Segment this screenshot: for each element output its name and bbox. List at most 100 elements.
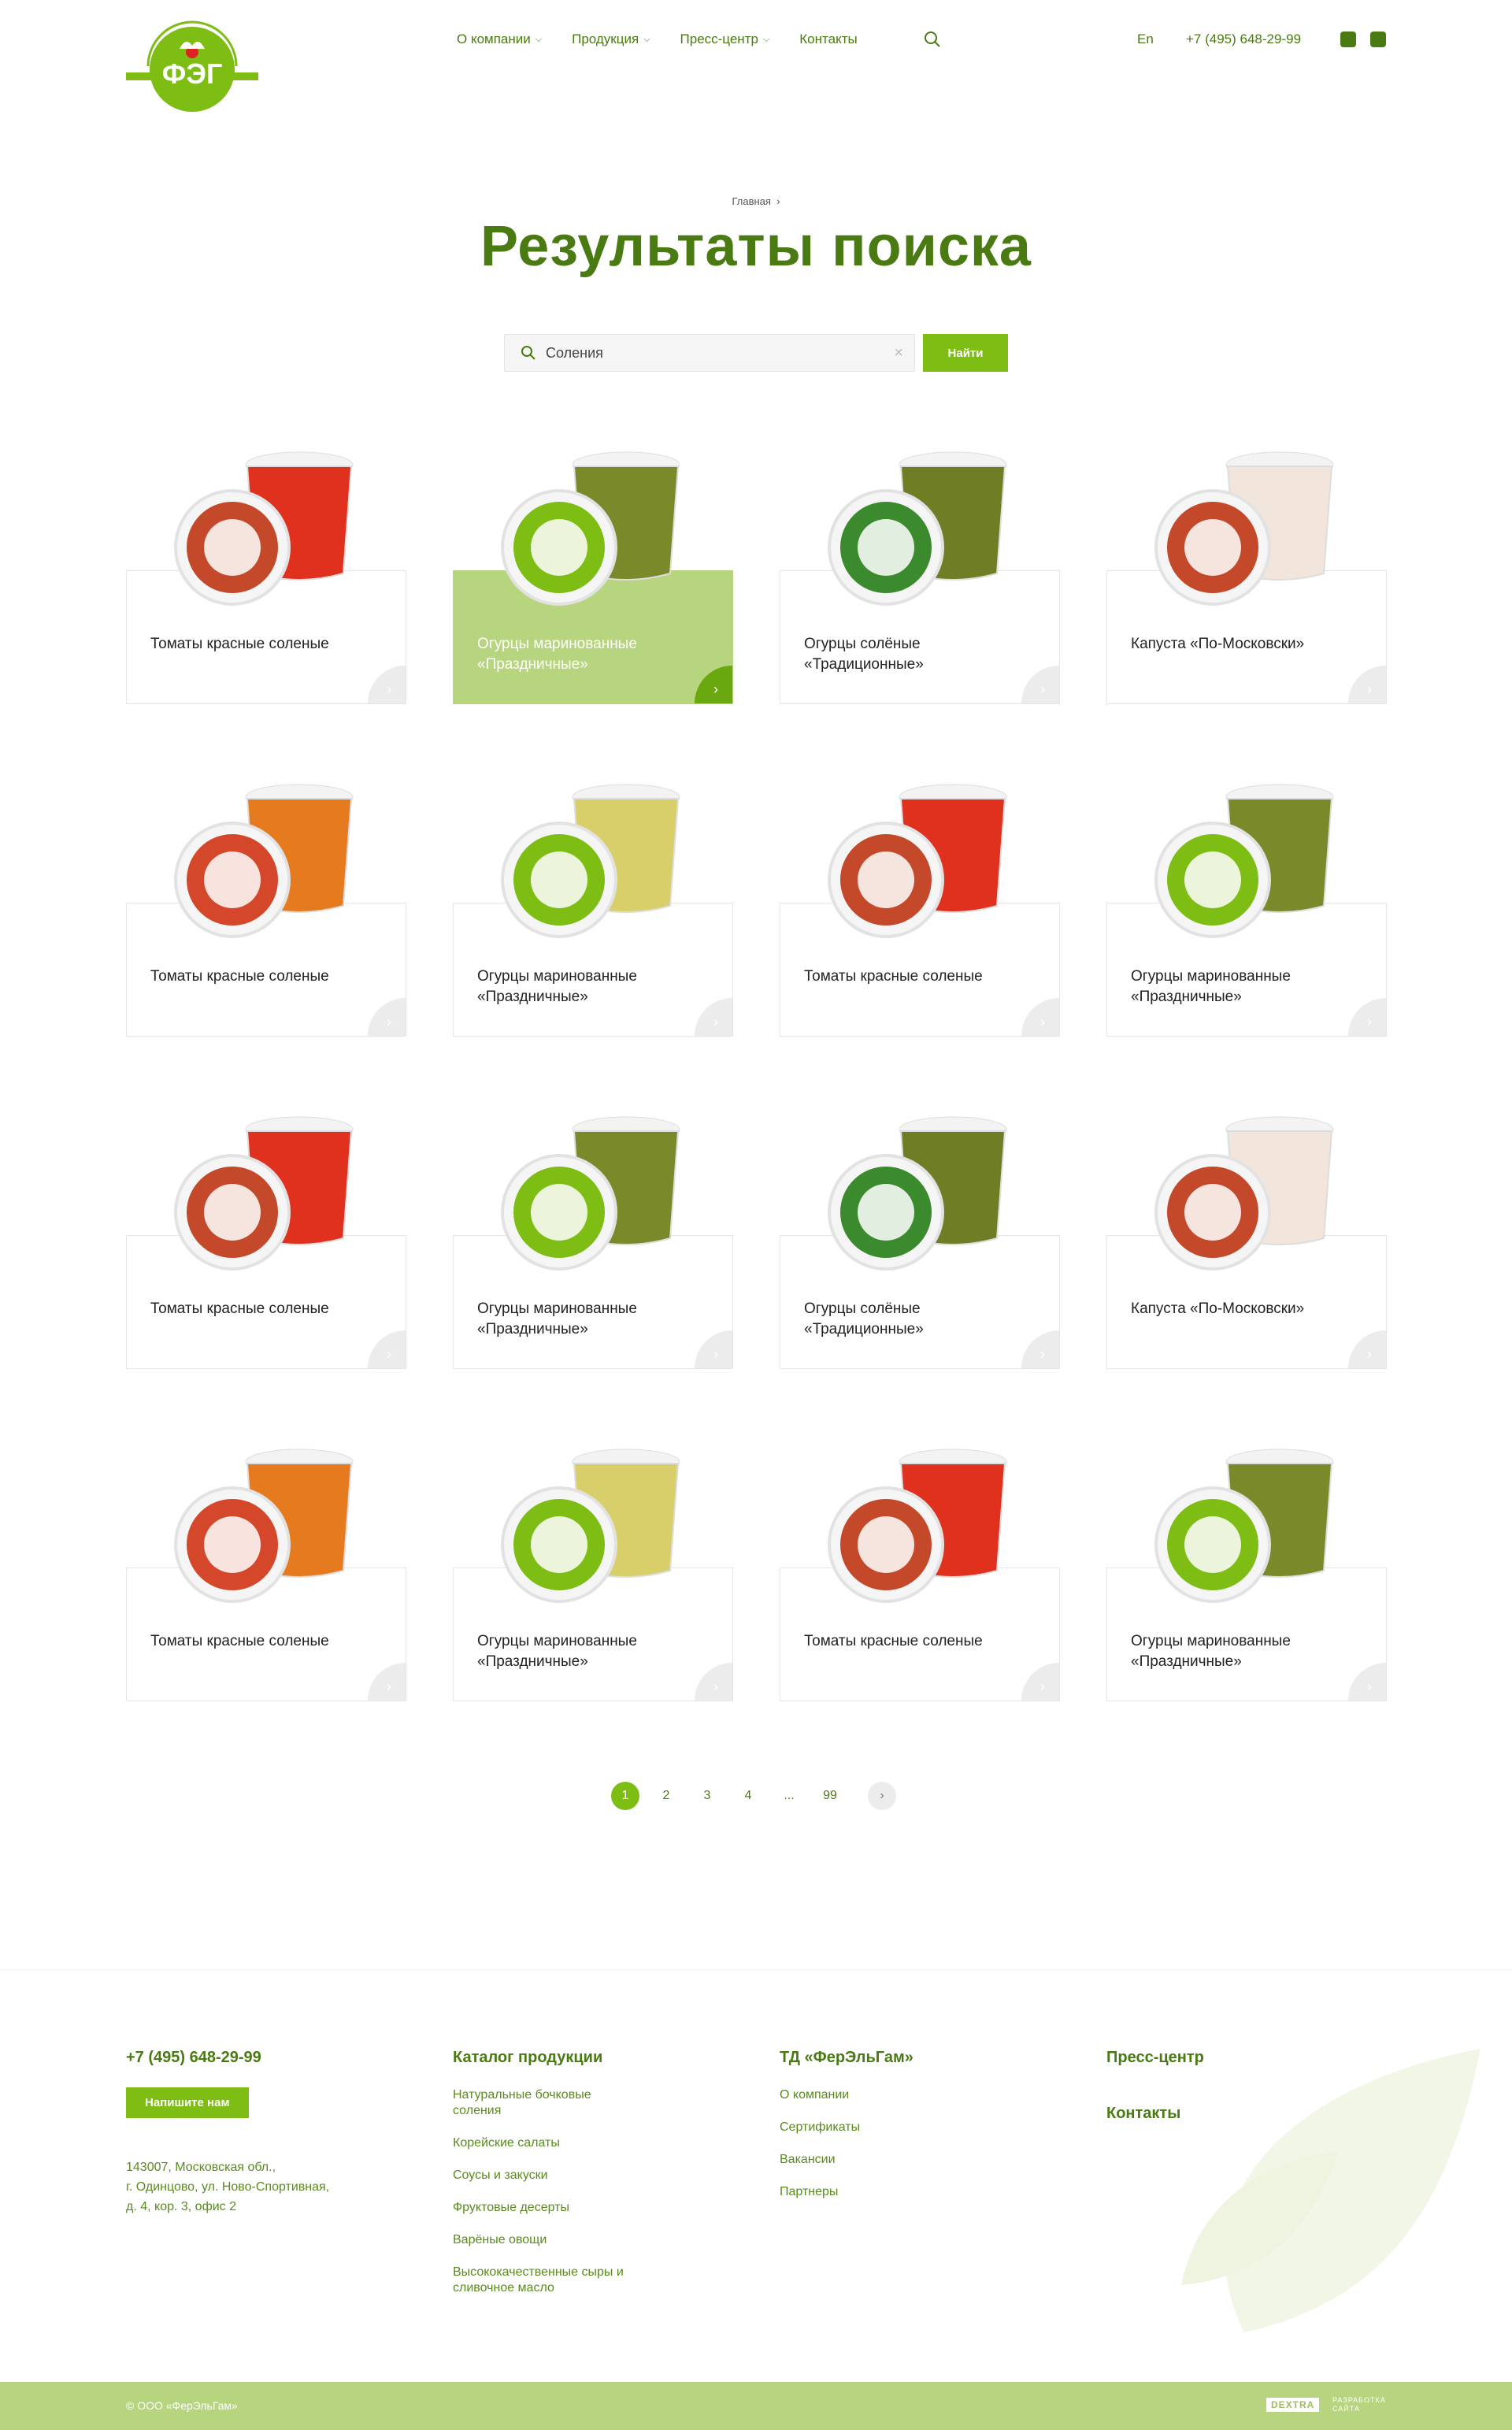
footer-catalog-link[interactable]: Высококачественные сыры и сливочное масл… [453, 2265, 642, 2296]
product-card[interactable]: Томаты красные соленые › [126, 1445, 406, 1701]
address-line: 143007, Московская обл., [126, 2161, 276, 2174]
product-name: Огурцы маринованные «Праздничные» [477, 636, 637, 673]
product-card[interactable]: Огурцы солёные «Традиционные» › [780, 1112, 1060, 1369]
breadcrumb: Главная › [0, 195, 1512, 207]
footer-press-title[interactable]: Пресс-центр [1106, 2049, 1204, 2067]
nav-products-label: Продукция [572, 32, 639, 46]
product-name: Томаты красные соленые [150, 1633, 329, 1649]
nav-press-label: Пресс-центр [680, 32, 758, 46]
page-link[interactable]: 1 [611, 1782, 639, 1810]
product-name: Томаты красные соленые [804, 968, 983, 985]
header-phone[interactable]: +7 (495) 648-29-99 [1186, 32, 1301, 47]
product-name: Томаты красные соленые [150, 1300, 329, 1317]
svg-text:ФЭГ: ФЭГ [162, 58, 223, 90]
product-name: Капуста «По-Московски» [1131, 636, 1305, 652]
developer-caption: РАЗРАБОТКА САЙТА [1332, 2396, 1386, 2413]
arrow-right-icon[interactable]: › [1021, 998, 1059, 1036]
language-switch[interactable]: En [1137, 32, 1154, 47]
nav-about-label: О компании [457, 32, 531, 46]
product-lid-image [1154, 1154, 1271, 1271]
product-card[interactable]: Огурцы маринованные «Праздничные» › [1106, 780, 1387, 1037]
chevron-down-icon: ⌵ [643, 34, 650, 44]
product-card[interactable]: Огурцы маринованные «Праздничные» › [453, 447, 733, 704]
footer-company-title[interactable]: ТД «ФерЭльГам» [780, 2049, 969, 2067]
product-card[interactable]: Томаты красные соленые › [126, 447, 406, 704]
product-lid-image [1154, 1486, 1271, 1603]
arrow-right-icon[interactable]: › [1348, 1330, 1386, 1368]
arrow-right-icon[interactable]: › [1348, 666, 1386, 703]
product-lid-image [828, 822, 944, 938]
footer-company-link[interactable]: Партнеры [780, 2184, 969, 2200]
instagram-icon[interactable] [1370, 32, 1386, 47]
search-box: × [504, 334, 915, 372]
page-link[interactable]: 99 [816, 1782, 844, 1810]
nav-products[interactable]: Продукция ⌵ [572, 30, 650, 49]
site-header: ФЭГ О компании ⌵ Продукция ⌵ Пресс-центр ⌵ … [0, 0, 1512, 126]
search-icon [521, 346, 536, 360]
product-card[interactable]: Огурцы маринованные «Праздничные» › [453, 1112, 733, 1369]
bottom-bar: © ООО «ФерЭльГам» DEXTRA РАЗРАБОТКА САЙТ… [0, 2382, 1512, 2430]
nav-about[interactable]: О компании ⌵ [457, 30, 542, 49]
page-link[interactable]: 2 [652, 1782, 680, 1810]
product-card[interactable]: Огурцы солёные «Традиционные» › [780, 447, 1060, 704]
page-link[interactable]: 3 [693, 1782, 721, 1810]
footer-catalog-link[interactable]: Натуральные бочковые соления [453, 2087, 642, 2119]
footer-company-link[interactable]: Сертификаты [780, 2120, 969, 2135]
footer-catalog-title[interactable]: Каталог продукции [453, 2049, 642, 2067]
product-lid-image [174, 1486, 291, 1603]
product-card[interactable]: Капуста «По-Московски» › [1106, 1112, 1387, 1369]
footer-catalog-link[interactable]: Варёные овощи [453, 2232, 642, 2248]
product-name: Огурцы маринованные «Праздничные» [477, 1300, 637, 1337]
write-us-button[interactable]: Напишите нам [126, 2087, 249, 2118]
next-page-icon[interactable]: › [868, 1782, 896, 1810]
nav-contacts-label: Контакты [799, 32, 858, 46]
footer-company-link[interactable]: О компании [780, 2087, 969, 2103]
footer-catalog-link[interactable]: Соусы и закуски [453, 2168, 642, 2183]
nav-contacts[interactable]: Контакты [799, 30, 857, 49]
copyright: © ООО «ФерЭльГам» [126, 2399, 238, 2412]
page-link: ... [784, 1789, 795, 1802]
product-name: Огурцы маринованные «Праздничные» [477, 968, 637, 1005]
product-card[interactable]: Томаты красные соленые › [780, 780, 1060, 1037]
product-card[interactable]: Томаты красные соленые › [126, 780, 406, 1037]
product-card[interactable]: Огурцы маринованные «Праздничные» › [453, 780, 733, 1037]
footer-company-link[interactable]: Вакансии [780, 2152, 969, 2168]
nav-press[interactable]: Пресс-центр ⌵ [680, 30, 770, 49]
product-name: Капуста «По-Московски» [1131, 1300, 1305, 1317]
product-card[interactable]: Огурцы маринованные «Праздничные» › [453, 1445, 733, 1701]
footer-contacts-title[interactable]: Контакты [1106, 2105, 1204, 2123]
company-logo[interactable]: ФЭГ [124, 17, 260, 115]
product-card[interactable]: Томаты красные соленые › [780, 1445, 1060, 1701]
developer-caption-line: САЙТА [1332, 2405, 1360, 2413]
footer-catalog-link[interactable]: Корейские салаты [453, 2135, 642, 2151]
address-line: д. 4, кор. 3, офис 2 [126, 2200, 237, 2213]
footer-address: 143007, Московская обл., г. Одинцово, ул… [126, 2157, 378, 2217]
clear-icon[interactable]: × [894, 344, 903, 362]
developer-logo[interactable]: DEXTRA [1266, 2398, 1320, 2412]
arrow-right-icon[interactable]: › [1021, 1663, 1059, 1701]
product-card[interactable]: Капуста «По-Московски» › [1106, 447, 1387, 704]
arrow-right-icon[interactable]: › [368, 1330, 406, 1368]
footer-catalog-link[interactable]: Фруктовые десерты [453, 2200, 642, 2216]
product-name: Томаты красные соленые [150, 636, 329, 652]
arrow-right-icon[interactable]: › [368, 1663, 406, 1701]
page-title: Результаты поиска [480, 215, 1032, 278]
product-lid-image [828, 489, 944, 606]
product-card[interactable]: Томаты красные соленые › [126, 1112, 406, 1369]
search-input[interactable] [546, 335, 876, 371]
arrow-right-icon[interactable]: › [368, 998, 406, 1036]
footer-catalog-column: Каталог продукции Натуральные бочковые с… [453, 2049, 642, 2313]
search-submit-button[interactable]: Найти [923, 334, 1008, 372]
address-line: г. Одинцово, ул. Ново-Спортивная, [126, 2180, 330, 2194]
arrow-right-icon[interactable]: › [368, 666, 406, 703]
page-link[interactable]: 4 [734, 1782, 762, 1810]
product-lid-image [501, 822, 617, 938]
footer-company-column: ТД «ФерЭльГам» О компании Сертификаты Вака… [780, 2049, 969, 2217]
search-icon[interactable] [923, 30, 942, 49]
youtube-icon[interactable] [1340, 32, 1356, 47]
footer-contacts-column: +7 (495) 648-29-99 Напишите нам 143007, … [126, 2049, 378, 2217]
product-card[interactable]: Огурцы маринованные «Праздничные» › [1106, 1445, 1387, 1701]
footer-phone[interactable]: +7 (495) 648-29-99 [126, 2049, 378, 2067]
breadcrumb-home[interactable]: Главная [732, 195, 770, 207]
product-lid-image [828, 1154, 944, 1271]
